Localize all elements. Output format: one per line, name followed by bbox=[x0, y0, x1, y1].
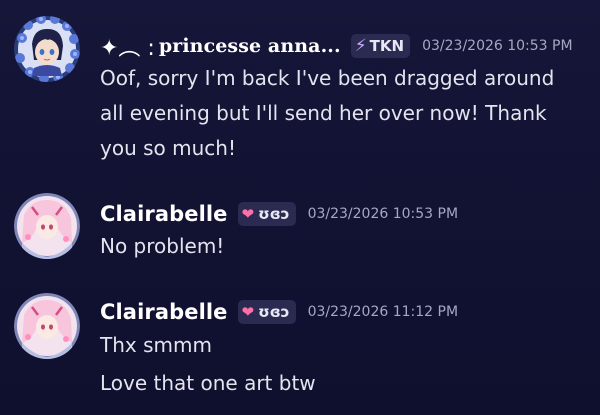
lightning-icon: ⚡ bbox=[354, 36, 367, 56]
username[interactable]: Clairabelle bbox=[100, 202, 228, 226]
message-text: you so much! bbox=[100, 136, 236, 160]
server-tag-label: TKN bbox=[369, 37, 405, 55]
avatar[interactable] bbox=[14, 16, 80, 82]
message-text: Oof, sorry I'm back I've been dragged ar… bbox=[100, 66, 555, 90]
server-tag-label: ʊɞↄ bbox=[258, 205, 290, 223]
avatar[interactable] bbox=[14, 193, 80, 259]
message-header: ✦︵ : princesse anna... ⚡ TKN 03/23/2026 … bbox=[100, 31, 573, 61]
avatar[interactable] bbox=[14, 293, 80, 359]
message-text: No problem! bbox=[100, 234, 225, 258]
server-tag[interactable]: ⚡ TKN bbox=[350, 34, 411, 58]
message-text: Thx smmm bbox=[100, 333, 212, 357]
username[interactable]: Clairabelle bbox=[100, 300, 228, 324]
timestamp[interactable]: 03/23/2026 11:12 PM bbox=[308, 304, 458, 320]
message-text: all evening but I'll send her over now! … bbox=[100, 101, 547, 125]
chat-log: ✦︵ : princesse anna... ⚡ TKN 03/23/2026 … bbox=[0, 0, 600, 415]
message-header: Clairabelle ❤ ʊɞↄ 03/23/2026 11:12 PM bbox=[100, 297, 458, 327]
username[interactable]: princesse anna... bbox=[159, 35, 341, 57]
server-tag[interactable]: ❤ ʊɞↄ bbox=[237, 300, 296, 324]
server-tag[interactable]: ❤ ʊɞↄ bbox=[237, 202, 296, 226]
timestamp[interactable]: 03/23/2026 10:53 PM bbox=[422, 38, 572, 54]
timestamp[interactable]: 03/23/2026 10:53 PM bbox=[308, 206, 458, 222]
heart-icon: ❤ bbox=[241, 303, 255, 321]
server-tag-label: ʊɞↄ bbox=[258, 303, 290, 321]
message-text: Love that one art btw bbox=[100, 371, 316, 395]
message-header: Clairabelle ❤ ʊɞↄ 03/23/2026 10:53 PM bbox=[100, 199, 458, 229]
username-prefix: ✦︵ : bbox=[100, 36, 155, 61]
heart-icon: ❤ bbox=[241, 205, 255, 223]
